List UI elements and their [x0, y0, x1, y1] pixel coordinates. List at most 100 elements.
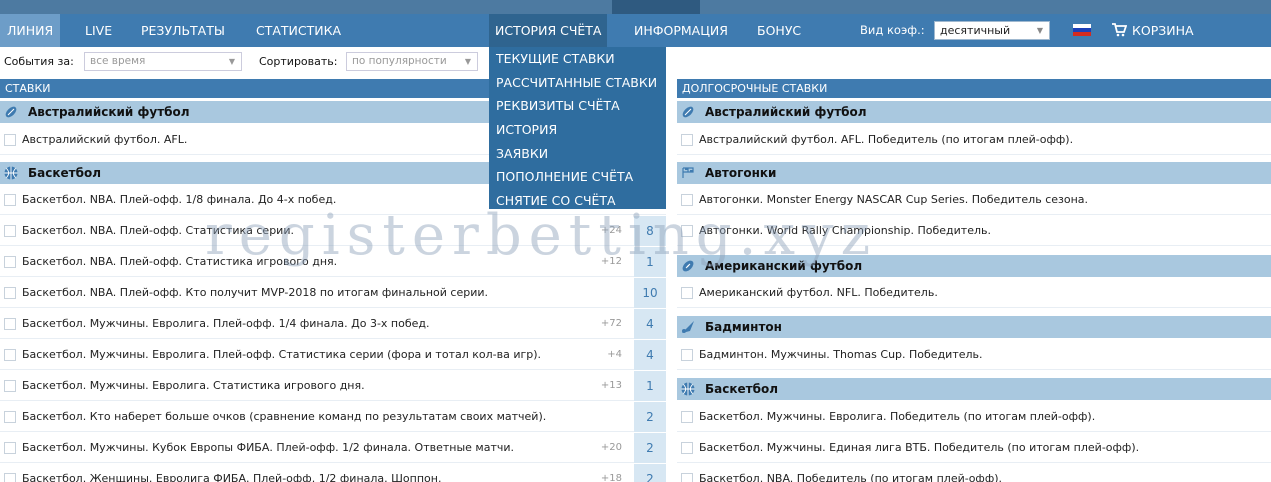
menu-item-deposit[interactable]: ПОПОЛНЕНИЕ СЧЁТА	[489, 165, 666, 189]
list-item[interactable]: Австралийский футбол. AFL. Победитель (п…	[677, 125, 1271, 155]
sort-select[interactable]: по популярности ▼	[346, 52, 478, 71]
list-item[interactable]: Бадминтон. Мужчины. Thomas Cup. Победите…	[677, 340, 1271, 370]
list-item[interactable]: Баскетбол. Мужчины. Евролига. Статистика…	[0, 371, 666, 401]
list-item[interactable]: Баскетбол. Мужчины. Евролига. Плей-офф. …	[0, 340, 666, 370]
event-count[interactable]: 1	[634, 247, 666, 277]
main-nav: ЛИНИЯ LIVE РЕЗУЛЬТАТЫ СТАТИСТИКА ИСТОРИЯ…	[0, 14, 1271, 47]
extra-markets-count[interactable]: +13	[601, 371, 622, 401]
russian-flag-icon[interactable]	[1073, 24, 1091, 36]
event-count[interactable]: 1	[634, 371, 666, 401]
event-count[interactable]: 4	[634, 340, 666, 370]
nav-live[interactable]: LIVE	[85, 14, 112, 47]
top-strip	[0, 0, 1271, 14]
category-name: Баскетбол	[705, 382, 779, 396]
event-count[interactable]: 10	[634, 278, 666, 308]
event-count[interactable]: 8	[634, 216, 666, 246]
checkbox[interactable]	[4, 442, 16, 454]
event-count[interactable]: 2	[634, 402, 666, 432]
odds-value: десятичный	[940, 24, 1011, 37]
nav-account-history[interactable]: ИСТОРИЯ СЧЁТА	[489, 14, 608, 47]
list-item[interactable]: Баскетбол. NBA. Плей-офф. Кто получит MV…	[0, 278, 666, 308]
extra-markets-count[interactable]: +72	[601, 309, 622, 339]
list-item[interactable]: Автогонки. Monster Energy NASCAR Cup Ser…	[677, 185, 1271, 215]
menu-item-current-bets[interactable]: ТЕКУЩИЕ СТАВКИ	[489, 47, 666, 71]
list-item[interactable]: Американский футбол. NFL. Победитель.	[677, 278, 1271, 308]
chevron-down-icon: ▼	[464, 57, 471, 66]
checkbox[interactable]	[4, 349, 16, 361]
nav-information[interactable]: ИНФОРМАЦИЯ	[634, 14, 728, 47]
menu-item-requests[interactable]: ЗАЯВКИ	[489, 142, 666, 166]
cart-link[interactable]: КОРЗИНА	[1132, 14, 1194, 47]
events-period-label: События за:	[4, 55, 74, 68]
checkbox[interactable]	[4, 318, 16, 330]
event-title: Баскетбол. Мужчины. Единая лига ВТБ. Поб…	[699, 441, 1140, 454]
extra-markets-count[interactable]: +24	[601, 216, 622, 246]
checkbox[interactable]	[4, 473, 16, 482]
menu-item-withdraw[interactable]: СНЯТИЕ СО СЧЁТА	[489, 189, 666, 213]
checkbox[interactable]	[681, 287, 693, 299]
category-name: Баскетбол	[28, 166, 102, 180]
nav-statistics[interactable]: СТАТИСТИКА	[256, 14, 341, 47]
events-period-value: все время	[90, 55, 146, 67]
event-count[interactable]: 2	[634, 464, 666, 482]
checkbox[interactable]	[681, 411, 693, 423]
category-name: Австралийский футбол	[28, 105, 190, 119]
event-title: Бадминтон. Мужчины. Thomas Cup. Победите…	[699, 348, 983, 361]
event-title: Австралийский футбол. AFL. Победитель (п…	[699, 133, 1074, 146]
extra-markets-count[interactable]: +12	[601, 247, 622, 277]
basketball-icon	[681, 382, 695, 396]
badminton-icon	[682, 321, 694, 333]
checkbox[interactable]	[681, 225, 693, 237]
list-item[interactable]: Баскетбол. NBA. Победитель (по итогам пл…	[677, 464, 1271, 482]
checkbox[interactable]	[681, 349, 693, 361]
list-item[interactable]: Автогонки. World Rally Championship. Поб…	[677, 216, 1271, 246]
list-item[interactable]: Баскетбол. Кто наберет больше очков (сра…	[0, 402, 666, 432]
list-item[interactable]: Баскетбол. NBA. Плей-офф. Статистика игр…	[0, 247, 666, 277]
event-count[interactable]: 2	[634, 433, 666, 463]
checkbox[interactable]	[4, 256, 16, 268]
racing-icon	[682, 167, 694, 178]
checkbox[interactable]	[681, 442, 693, 454]
nav-line[interactable]: ЛИНИЯ	[0, 14, 61, 47]
american-football-icon	[682, 260, 694, 272]
category-name: Австралийский футбол	[705, 105, 867, 119]
category-basketball[interactable]: Баскетбол	[677, 378, 1271, 400]
list-item[interactable]: Баскетбол. NBA. Плей-офф. Статистика сер…	[0, 216, 666, 246]
australian-football-icon	[5, 106, 17, 118]
list-item[interactable]: Баскетбол. Мужчины. Евролига. Победитель…	[677, 402, 1271, 432]
account-history-dropdown: ТЕКУЩИЕ СТАВКИ РАССЧИТАННЫЕ СТАВКИ РЕКВИ…	[489, 47, 666, 209]
list-item[interactable]: Баскетбол. Мужчины. Кубок Европы ФИБА. П…	[0, 433, 666, 463]
menu-item-history[interactable]: ИСТОРИЯ	[489, 118, 666, 142]
menu-item-account-details[interactable]: РЕКВИЗИТЫ СЧЁТА	[489, 94, 666, 118]
nav-results[interactable]: РЕЗУЛЬТАТЫ	[141, 14, 225, 47]
list-item[interactable]: Баскетбол. Мужчины. Единая лига ВТБ. Поб…	[677, 433, 1271, 463]
event-count[interactable]: 4	[634, 309, 666, 339]
extra-markets-count[interactable]: +4	[607, 340, 622, 370]
category-american-football[interactable]: Американский футбол	[677, 255, 1271, 277]
australian-football-icon	[682, 106, 694, 118]
category-australian-football[interactable]: Австралийский футбол	[677, 101, 1271, 123]
checkbox[interactable]	[681, 194, 693, 206]
nav-bonus[interactable]: БОНУС	[757, 14, 801, 47]
extra-markets-count[interactable]: +20	[601, 433, 622, 463]
event-title: Баскетбол. NBA. Плей-офф. Статистика сер…	[22, 224, 294, 237]
checkbox[interactable]	[4, 134, 16, 146]
checkbox[interactable]	[4, 225, 16, 237]
checkbox[interactable]	[4, 287, 16, 299]
list-item[interactable]: Баскетбол. Женщины. Евролига ФИБА. Плей-…	[0, 464, 666, 482]
checkbox[interactable]	[681, 473, 693, 482]
checkbox[interactable]	[4, 411, 16, 423]
extra-markets-count[interactable]: +18	[601, 464, 622, 482]
list-item[interactable]: Баскетбол. Мужчины. Евролига. Плей-офф. …	[0, 309, 666, 339]
checkbox[interactable]	[4, 194, 16, 206]
checkbox[interactable]	[681, 134, 693, 146]
events-period-select[interactable]: все время ▼	[84, 52, 242, 71]
cart-icon[interactable]	[1112, 23, 1127, 37]
odds-select[interactable]: десятичный ▼	[934, 21, 1050, 40]
category-badminton[interactable]: Бадминтон	[677, 316, 1271, 338]
category-racing[interactable]: Автогонки	[677, 162, 1271, 184]
checkbox[interactable]	[4, 380, 16, 392]
event-title: Баскетбол. NBA. Плей-офф. 1/8 финала. До…	[22, 193, 337, 206]
chevron-down-icon: ▼	[228, 57, 235, 66]
menu-item-settled-bets[interactable]: РАССЧИТАННЫЕ СТАВКИ	[489, 71, 666, 95]
